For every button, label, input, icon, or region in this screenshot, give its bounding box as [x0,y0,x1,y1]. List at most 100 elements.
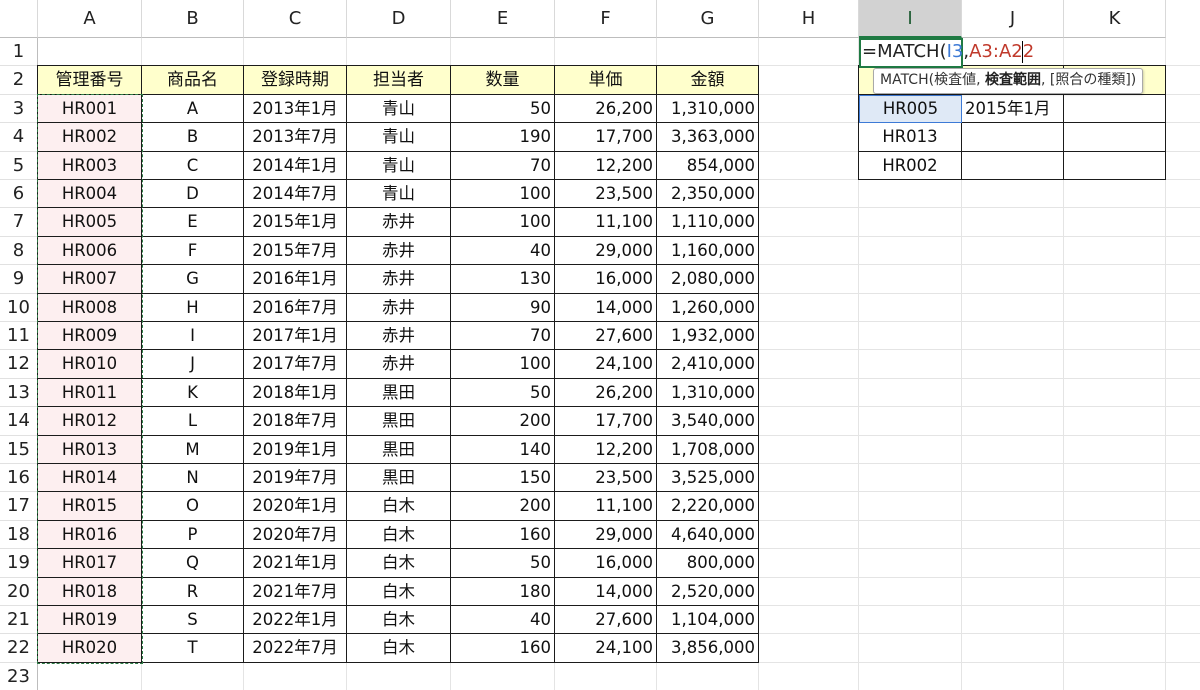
table-cell[interactable]: 23,500 [555,464,657,493]
table-cell[interactable]: Q [142,549,244,578]
table-cell[interactable]: M [142,435,244,464]
lookup-key-cell[interactable]: HR002 [859,151,962,180]
management-number-cell[interactable]: HR005 [38,208,142,237]
lookup-result-cell[interactable] [1064,123,1166,152]
table-cell[interactable]: 1,110,000 [657,208,759,237]
table-cell[interactable]: 2020年7月 [244,520,347,550]
table-cell[interactable]: F [142,236,244,266]
table-cell[interactable]: 2017年1月 [244,322,347,351]
table-cell[interactable]: 赤井 [347,293,451,322]
row-header-11[interactable]: 11 [0,322,38,351]
management-number-cell[interactable]: HR007 [38,265,142,294]
table-cell[interactable]: 16,000 [555,265,657,294]
table-cell[interactable]: 青山 [347,123,451,152]
row-header-8[interactable]: 8 [0,236,38,266]
table-cell[interactable]: 白木 [347,520,451,550]
table-cell[interactable]: 50 [451,549,555,578]
table-cell[interactable]: 140 [451,435,555,464]
function-argument-tooltip[interactable]: MATCH(検査値, 検査範囲, [照合の種類]) [873,68,1144,94]
table-cell[interactable]: 4,640,000 [657,520,759,550]
table-cell[interactable]: 1,932,000 [657,322,759,351]
management-number-cell[interactable]: HR001 [38,94,142,124]
table-cell[interactable]: 40 [451,236,555,266]
table-cell[interactable]: J [142,350,244,379]
table-cell[interactable]: 16,000 [555,549,657,578]
table-cell[interactable]: 26,200 [555,378,657,408]
table-cell[interactable]: 2016年1月 [244,265,347,294]
lookup-key-cell-i3[interactable]: HR005 [859,95,962,123]
table-cell[interactable]: 2,220,000 [657,492,759,521]
table-header-cell[interactable]: 担当者 [347,66,451,95]
row-header-15[interactable]: 15 [0,435,38,464]
table-cell[interactable]: 黒田 [347,435,451,464]
table-cell[interactable]: 白木 [347,549,451,578]
table-cell[interactable]: 青山 [347,180,451,209]
table-cell[interactable]: A [142,94,244,124]
management-number-cell[interactable]: HR018 [38,577,142,606]
table-cell[interactable]: 赤井 [347,236,451,266]
row-header-6[interactable]: 6 [0,180,38,209]
column-header-b[interactable]: B [142,0,244,38]
table-cell[interactable]: C [142,151,244,180]
select-all-corner[interactable] [0,0,38,38]
table-cell[interactable]: 29,000 [555,520,657,550]
management-number-cell[interactable]: HR002 [38,123,142,152]
row-header-4[interactable]: 4 [0,123,38,152]
table-cell[interactable]: 白木 [347,606,451,635]
table-cell[interactable]: 12,200 [555,435,657,464]
column-header-j[interactable]: J [962,0,1064,38]
tooltip-param-lookup-value[interactable]: 検査値, [934,72,985,88]
table-header-cell[interactable]: 単価 [555,66,657,95]
table-cell[interactable]: 1,160,000 [657,236,759,266]
table-cell[interactable]: 2022年7月 [244,634,347,663]
table-cell[interactable]: 200 [451,492,555,521]
table-cell[interactable]: 2,350,000 [657,180,759,209]
management-number-cell[interactable]: HR020 [38,634,142,663]
table-cell[interactable]: 100 [451,208,555,237]
table-cell[interactable]: 青山 [347,151,451,180]
management-number-cell[interactable]: HR003 [38,151,142,180]
table-cell[interactable]: 2019年7月 [244,464,347,493]
table-cell[interactable]: D [142,180,244,209]
table-cell[interactable]: 赤井 [347,350,451,379]
table-cell[interactable]: 17,700 [555,407,657,436]
table-cell[interactable]: 200 [451,407,555,436]
table-cell[interactable]: 854,000 [657,151,759,180]
table-cell[interactable]: 1,104,000 [657,606,759,635]
table-cell[interactable]: P [142,520,244,550]
table-cell[interactable]: 1,708,000 [657,435,759,464]
table-cell[interactable]: 17,700 [555,123,657,152]
table-cell[interactable]: 2017年7月 [244,350,347,379]
tooltip-param-match-type[interactable]: , [照合の種類]) [1041,72,1136,88]
table-cell[interactable]: 40 [451,606,555,635]
table-cell[interactable]: T [142,634,244,663]
table-cell[interactable]: 190 [451,123,555,152]
table-cell[interactable]: 90 [451,293,555,322]
table-cell[interactable]: 50 [451,94,555,124]
table-cell[interactable]: 27,600 [555,322,657,351]
table-cell[interactable]: 29,000 [555,236,657,266]
table-cell[interactable]: 50 [451,378,555,408]
table-cell[interactable]: 白木 [347,577,451,606]
table-cell[interactable]: K [142,378,244,408]
table-cell[interactable]: 白木 [347,492,451,521]
lookup-key-cell[interactable]: HR013 [859,123,962,152]
table-cell[interactable]: G [142,265,244,294]
table-cell[interactable]: 黒田 [347,464,451,493]
table-cell[interactable]: 12,200 [555,151,657,180]
table-cell[interactable]: 2014年7月 [244,180,347,209]
column-header-h[interactable]: H [759,0,859,38]
row-header-18[interactable]: 18 [0,520,38,550]
tooltip-param-lookup-array[interactable]: 検査範囲 [985,72,1041,88]
table-cell[interactable]: 2018年1月 [244,378,347,408]
column-header-i[interactable]: I [859,0,962,38]
row-header-2[interactable]: 2 [0,66,38,95]
management-number-cell[interactable]: HR006 [38,236,142,266]
row-header-22[interactable]: 22 [0,634,38,663]
table-cell[interactable]: 黒田 [347,378,451,408]
table-cell[interactable]: 1,310,000 [657,94,759,124]
table-cell[interactable]: 2019年1月 [244,435,347,464]
row-header-10[interactable]: 10 [0,293,38,322]
management-number-cell[interactable]: HR019 [38,606,142,635]
row-header-14[interactable]: 14 [0,407,38,436]
